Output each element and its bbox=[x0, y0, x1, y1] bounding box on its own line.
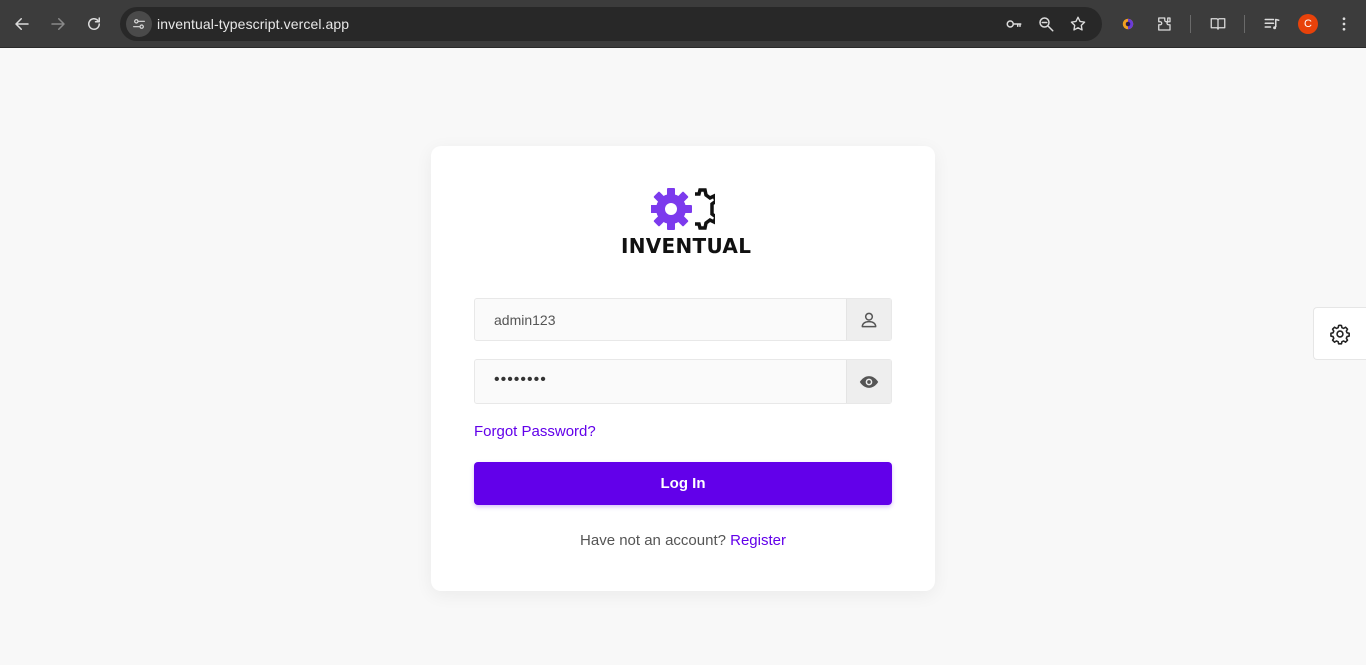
brand-logo: INVENTUAL bbox=[621, 188, 752, 258]
browser-toolbar: inventual-typescript.vercel.app C bbox=[0, 0, 1366, 48]
star-icon bbox=[1070, 16, 1086, 31]
browser-menu-button[interactable] bbox=[1332, 12, 1356, 36]
profile-avatar[interactable]: C bbox=[1298, 14, 1318, 34]
site-info-icon bbox=[133, 19, 145, 29]
forgot-password-link[interactable]: Forgot Password? bbox=[474, 423, 596, 440]
reload-icon bbox=[88, 17, 100, 30]
menu-icon bbox=[1342, 17, 1346, 31]
toggle-password-button[interactable] bbox=[846, 360, 891, 403]
site-info-button[interactable] bbox=[126, 11, 152, 37]
register-line: Have not an account? Register bbox=[431, 532, 935, 549]
back-icon bbox=[15, 18, 29, 30]
gears-logo-icon bbox=[651, 188, 715, 230]
bookmark-button[interactable] bbox=[1068, 14, 1088, 34]
zoom-button[interactable] bbox=[1036, 14, 1056, 34]
key-icon bbox=[1006, 20, 1022, 28]
extension-icon bbox=[1122, 18, 1134, 30]
extension-button[interactable] bbox=[1116, 12, 1140, 36]
media-icon bbox=[1264, 18, 1280, 30]
url-text[interactable]: inventual-typescript.vercel.app bbox=[157, 16, 349, 32]
reading-mode-button[interactable] bbox=[1206, 12, 1230, 36]
toolbar-divider bbox=[1190, 15, 1191, 33]
forward-icon bbox=[51, 18, 65, 30]
password-field[interactable]: •••••••• bbox=[474, 359, 892, 404]
register-link[interactable]: Register bbox=[730, 532, 786, 549]
extensions-menu-button[interactable] bbox=[1152, 12, 1176, 36]
reading-list-icon bbox=[1210, 18, 1226, 30]
puzzle-icon bbox=[1158, 17, 1171, 31]
login-button[interactable]: Log In bbox=[474, 462, 892, 505]
username-value[interactable]: admin123 bbox=[494, 312, 556, 328]
login-card: INVENTUAL admin123 •••••••• Forgot Passw… bbox=[431, 146, 935, 591]
settings-button[interactable] bbox=[1313, 307, 1366, 360]
password-key-button[interactable] bbox=[1004, 14, 1024, 34]
eye-icon bbox=[859, 375, 879, 388]
gear-icon bbox=[1330, 324, 1350, 345]
register-prompt: Have not an account? bbox=[580, 532, 726, 549]
media-controls-button[interactable] bbox=[1260, 12, 1284, 36]
user-icon bbox=[861, 312, 877, 327]
zoom-icon bbox=[1039, 17, 1054, 32]
username-field[interactable]: admin123 bbox=[474, 298, 892, 341]
password-value[interactable]: •••••••• bbox=[494, 371, 547, 389]
forward-button[interactable] bbox=[46, 12, 70, 36]
toolbar-divider bbox=[1244, 15, 1245, 33]
address-bar[interactable]: inventual-typescript.vercel.app bbox=[120, 7, 1102, 41]
username-addon bbox=[846, 299, 891, 340]
back-button[interactable] bbox=[10, 12, 34, 36]
reload-button[interactable] bbox=[82, 12, 106, 36]
brand-name: INVENTUAL bbox=[621, 234, 752, 258]
